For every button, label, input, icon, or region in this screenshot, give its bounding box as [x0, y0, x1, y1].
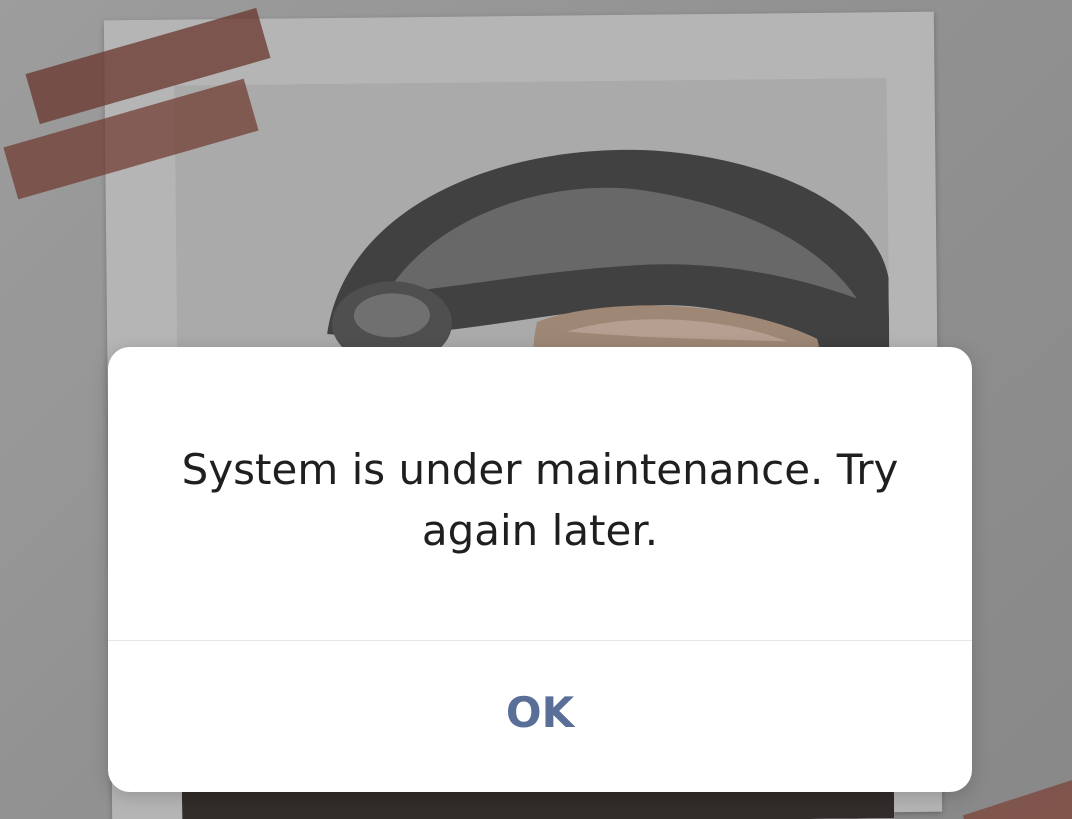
dialog-message: System is under maintenance. Try again l… [181, 445, 899, 555]
maintenance-dialog: System is under maintenance. Try again l… [108, 347, 972, 792]
ok-button[interactable]: OK [108, 641, 972, 792]
